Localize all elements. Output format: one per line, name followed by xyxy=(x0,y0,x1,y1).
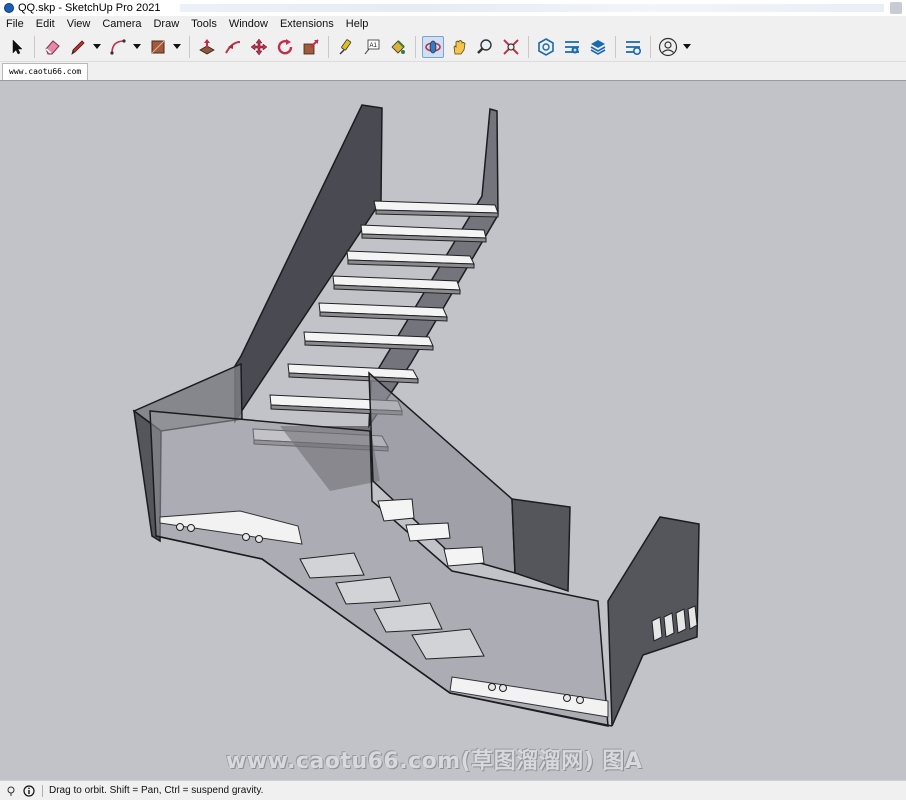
info-icon-glyph xyxy=(23,784,35,797)
geolocation-icon[interactable] xyxy=(4,784,18,798)
rotate-icon xyxy=(277,38,293,54)
select-tool-button[interactable] xyxy=(6,36,28,58)
title-bar: QQ.skp - SketchUp Pro 2021 xyxy=(0,0,906,16)
center-dark-post xyxy=(511,498,571,593)
info-icon[interactable] xyxy=(22,784,36,798)
status-bar: Drag to orbit. Shift = Pan, Ctrl = suspe… xyxy=(0,780,906,800)
status-message: Drag to orbit. Shift = Pan, Ctrl = suspe… xyxy=(49,785,264,796)
toolbar-separator xyxy=(189,35,190,58)
menu-window[interactable]: Window xyxy=(223,16,274,32)
scale-icon xyxy=(303,38,319,54)
arc-icon xyxy=(110,38,126,55)
toolbar-separator xyxy=(615,35,616,58)
line-tool-button[interactable] xyxy=(67,36,89,58)
menu-draw[interactable]: Draw xyxy=(147,16,185,32)
main-toolbar: A1 xyxy=(0,32,906,62)
account-button[interactable] xyxy=(657,36,679,58)
line-tool-dropdown[interactable] xyxy=(93,36,101,58)
move-icon xyxy=(250,38,268,55)
shape-tool-dropdown[interactable] xyxy=(173,36,181,58)
extension-manager-icon xyxy=(626,40,642,55)
chevron-down-icon xyxy=(93,43,101,49)
sketchup-window: QQ.skp - SketchUp Pro 2021 File Edit Vie… xyxy=(0,0,906,800)
zoom-extents-icon xyxy=(503,38,519,55)
window-control-button[interactable] xyxy=(890,2,902,14)
toolbar-separator xyxy=(528,35,529,58)
extension-warehouse-icon xyxy=(565,40,579,53)
scene-tab-strip: www.caotu66.com xyxy=(0,62,906,80)
arrow-cursor-icon xyxy=(12,38,23,54)
pencil-icon xyxy=(71,39,85,55)
tape-measure-tool-button[interactable] xyxy=(335,36,357,58)
menu-extensions[interactable]: Extensions xyxy=(274,16,340,32)
status-separator xyxy=(42,784,43,797)
follow-me-icon xyxy=(225,40,241,53)
zoom-tool-button[interactable] xyxy=(474,36,496,58)
warehouse-icon xyxy=(538,37,554,56)
text-tool-button[interactable]: A1 xyxy=(361,36,383,58)
hand-icon xyxy=(453,39,466,54)
follow-me-tool-button[interactable] xyxy=(222,36,244,58)
geolocation-icon-glyph xyxy=(7,786,15,796)
rotate-tool-button[interactable] xyxy=(274,36,296,58)
menu-tools[interactable]: Tools xyxy=(185,16,223,32)
scale-tool-button[interactable] xyxy=(300,36,322,58)
toolbar-separator xyxy=(650,35,651,58)
eraser-tool-button[interactable] xyxy=(41,36,63,58)
tape-measure-icon xyxy=(339,38,352,54)
eraser-icon xyxy=(45,39,60,54)
chevron-down-icon xyxy=(133,43,141,49)
title-bar-background xyxy=(180,4,884,12)
arc-tool-button[interactable] xyxy=(107,36,129,58)
watermark-text: www.caotu66.com(草图溜溜网) 图A xyxy=(226,749,643,774)
push-pull-tool-button[interactable] xyxy=(196,36,218,58)
paint-bucket-tool-button[interactable] xyxy=(387,36,409,58)
orbit-tool-button[interactable] xyxy=(422,35,444,58)
sketchup-app-icon xyxy=(4,3,14,13)
account-dropdown[interactable] xyxy=(683,36,691,58)
chevron-down-icon xyxy=(173,43,181,49)
pan-tool-button[interactable] xyxy=(448,36,470,58)
shape-tool-button[interactable] xyxy=(147,36,169,58)
scene-tab[interactable]: www.caotu66.com xyxy=(2,63,89,80)
rectangle-icon xyxy=(151,40,165,53)
chevron-down-icon xyxy=(683,43,691,49)
menu-help[interactable]: Help xyxy=(340,16,375,32)
menu-file[interactable]: File xyxy=(0,16,30,32)
drawing-viewport[interactable]: www.caotu66.com(草图溜溜网) 图A xyxy=(0,80,906,780)
paint-bucket-icon xyxy=(391,39,405,54)
text-icon: A1 xyxy=(364,39,380,54)
staircase-model xyxy=(132,104,700,727)
zoom-extents-tool-button[interactable] xyxy=(500,36,522,58)
push-pull-icon xyxy=(199,38,215,54)
window-title: QQ.skp - SketchUp Pro 2021 xyxy=(18,2,161,14)
layout-icon xyxy=(590,39,606,55)
orbit-icon xyxy=(425,40,441,53)
svg-text:A1: A1 xyxy=(370,43,378,49)
extension-warehouse-button[interactable] xyxy=(561,36,583,58)
zoom-icon xyxy=(477,38,492,54)
menu-edit[interactable]: Edit xyxy=(30,16,61,32)
menu-camera[interactable]: Camera xyxy=(96,16,147,32)
toolbar-separator xyxy=(328,35,329,58)
toolbar-separator xyxy=(415,35,416,58)
menu-view[interactable]: View xyxy=(61,16,97,32)
user-icon xyxy=(658,37,678,56)
toolbar-separator xyxy=(34,35,35,58)
3d-warehouse-button[interactable] xyxy=(535,36,557,58)
layout-send-button[interactable] xyxy=(587,36,609,58)
arc-tool-dropdown[interactable] xyxy=(133,36,141,58)
extension-manager-button[interactable] xyxy=(622,36,644,58)
menu-bar: File Edit View Camera Draw Tools Window … xyxy=(0,16,906,32)
move-tool-button[interactable] xyxy=(248,36,270,58)
